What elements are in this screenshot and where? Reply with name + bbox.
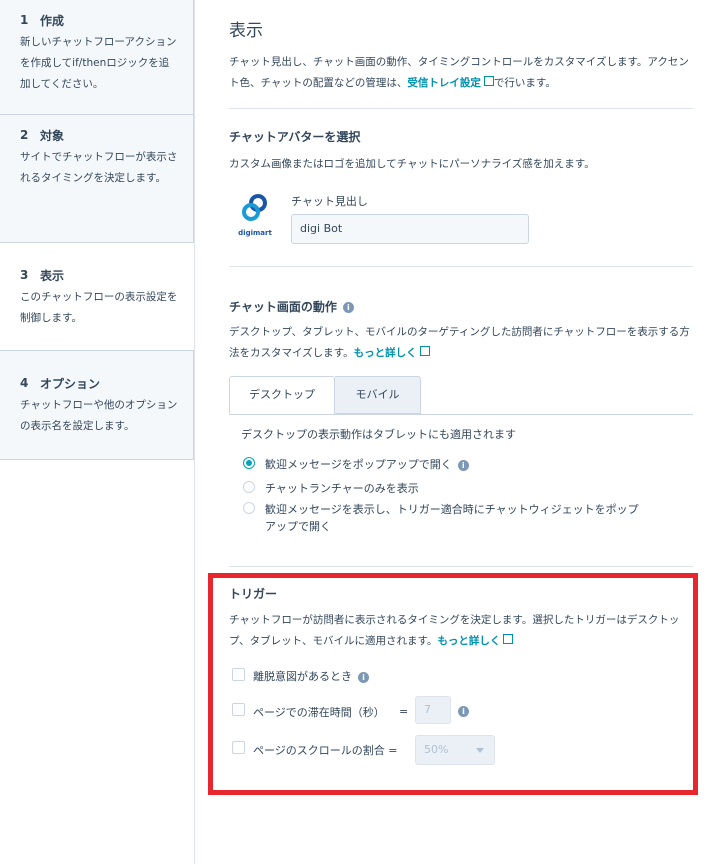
step-display[interactable]: 3 表示 このチャットフローの表示設定を制御します。 [0,243,194,351]
intro-text: チャット見出し、チャット画面の動作、タイミングコントロールをカスタマイズします。… [229,56,689,89]
tab-desktop[interactable]: デスクトップ [229,376,335,414]
avatar-logo[interactable]: digimart [237,193,273,241]
divider [229,566,693,567]
step-create[interactable]: 1 作成 新しいチャットフローアクションを作成してif/thenロジックを追加し… [0,0,194,115]
page-title: 表示 [229,21,263,41]
step-description: サイトでチャットフローが表示されるタイミングを決定します。 [20,151,178,184]
behavior-heading: チャット画面の動作 i [229,298,354,315]
radio-welcome-then-trigger[interactable] [243,502,255,514]
divider [229,108,693,109]
behavior-description: デスクトップ、タブレット、モバイルのターゲティングした訪問者にチャットフローを表… [229,326,690,359]
external-link-icon [419,346,430,356]
inbox-settings-link[interactable]: 受信トレイ設定 [407,77,481,89]
learn-more-link[interactable]: もっと詳しく [354,347,417,359]
avatar-description: カスタム画像またはロゴを追加してチャットにパーソナライズ感を加えます。 [229,158,595,170]
radio-label: 歓迎メッセージをポップアップで開く i [265,456,469,472]
radio-popup-welcome[interactable] [243,457,255,469]
radio-label: チャットランチャーのみを表示 [265,482,419,495]
step-options[interactable]: 4 オプション チャットフローや他のオプションの表示名を設定します。 [0,351,194,460]
chat-heading-label: チャット見出し [291,195,368,208]
step-header: 3 表示 [20,268,65,283]
info-icon[interactable]: i [457,459,469,471]
external-link-icon [483,76,494,86]
radio-launcher-only[interactable] [243,481,255,493]
desktop-note: デスクトップの表示動作はタブレットにも適用されます [241,428,516,441]
avatar-heading: チャットアバターを選択 [229,130,361,144]
tab-mobile[interactable]: モバイル [335,376,421,414]
radio-label: 歓迎メッセージを表示し、トリガー適合時にチャットウィジェットをポップ アップで開… [265,503,639,533]
info-icon[interactable]: i [342,302,354,313]
digimart-logo-icon [242,194,267,221]
divider [229,266,693,267]
device-tabs: デスクトップ モバイル [229,376,693,415]
highlight-box [208,573,698,795]
logo-text: digimart [238,229,272,237]
steps-sidebar: 1 作成 新しいチャットフローアクションを作成してif/thenロジックを追加し… [0,0,194,864]
step-target[interactable]: 2 対象 サイトでチャットフローが表示されるタイミングを決定します。 [0,115,194,243]
step-description: チャットフローや他のオプションの表示名を設定します。 [20,399,178,432]
step-header: 1 作成 [20,13,65,28]
chat-heading-input[interactable]: digi Bot [291,214,529,244]
step-header: 4 オプション [20,376,101,391]
step-description: このチャットフローの表示設定を制御します。 [20,291,178,324]
step-description: 新しいチャットフローアクションを作成してif/thenロジックを追加してください… [20,36,177,90]
step-header: 2 対象 [20,128,65,143]
